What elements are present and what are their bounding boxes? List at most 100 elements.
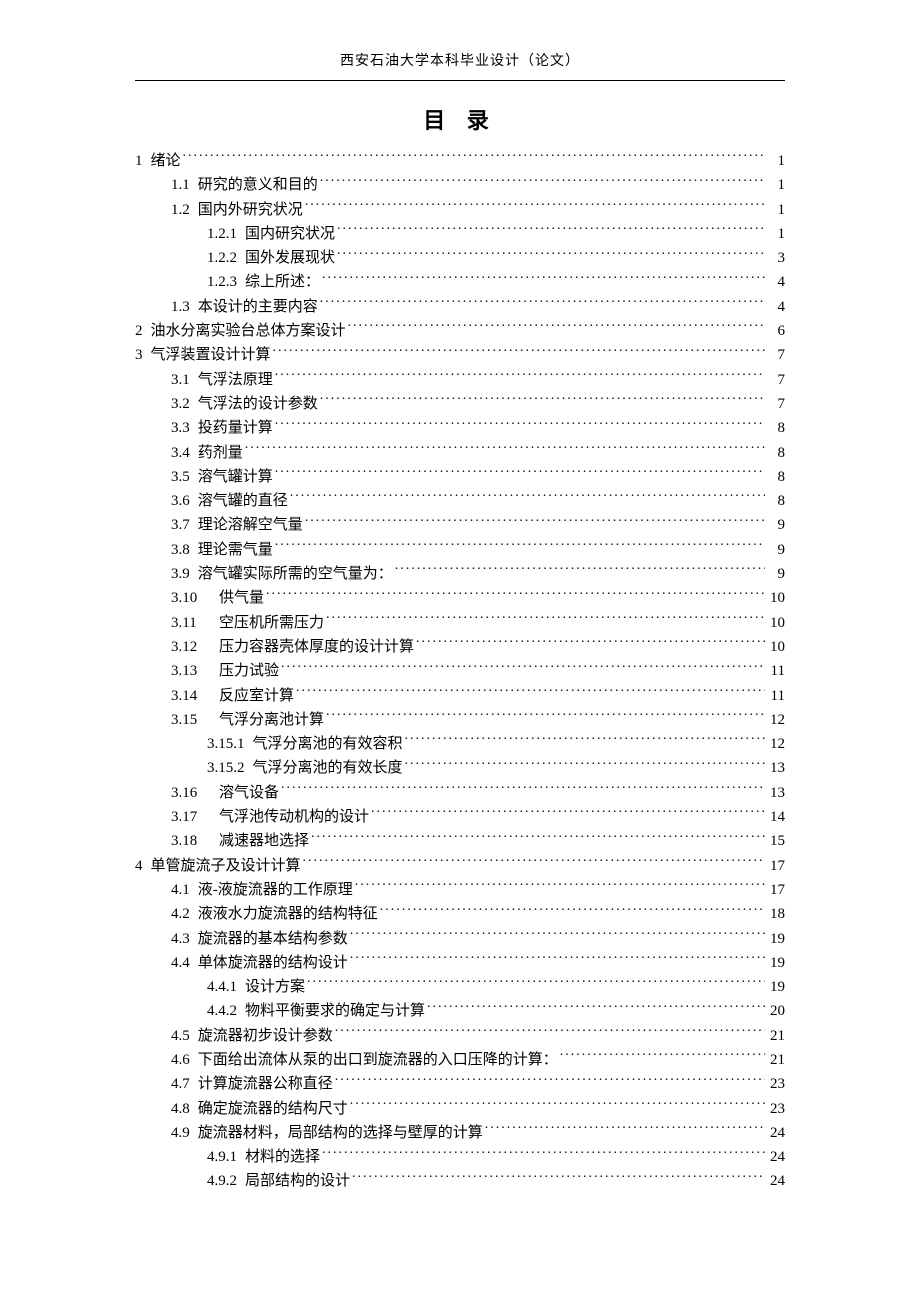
- toc-entry-number: 3.3: [171, 416, 198, 440]
- toc-entry-label: 液液水力旋流器的结构特征: [198, 902, 378, 926]
- toc-leader-dots: [320, 296, 765, 311]
- toc-entry-page: 21: [767, 1024, 785, 1048]
- toc-entry-page: 9: [767, 562, 785, 586]
- toc-leader-dots: [320, 393, 765, 408]
- toc-entry-number: 2: [135, 319, 151, 343]
- toc-entry-label: 气浮法原理: [198, 368, 273, 392]
- toc-entry: 4.4单体旋流器的结构设计19: [135, 951, 785, 975]
- toc-entry-page: 13: [767, 781, 785, 805]
- toc-entry-page: 20: [767, 999, 785, 1023]
- toc-leader-dots: [275, 417, 765, 432]
- toc-leader-dots: [275, 539, 765, 554]
- toc-entry: 3.9溶气罐实际所需的空气量为：9: [135, 562, 785, 586]
- toc-leader-dots: [183, 150, 765, 165]
- toc-entry-label: 旋流器的基本结构参数: [198, 927, 348, 951]
- toc-entry-number: 4.9: [171, 1121, 198, 1145]
- toc-entry-label: 气浮池传动机构的设计: [219, 805, 369, 829]
- toc-entry-page: 1: [767, 173, 785, 197]
- toc-entry: 4.6下面给出流体从泵的出口到旋流器的入口压降的计算：21: [135, 1048, 785, 1072]
- toc-leader-dots: [273, 344, 765, 359]
- toc-entry-number: 4.8: [171, 1097, 198, 1121]
- toc-entry-number: 4.9.2: [207, 1169, 245, 1193]
- toc-entry-page: 4: [767, 270, 785, 294]
- toc-entry: 3.12压力容器壳体厚度的设计计算10: [135, 635, 785, 659]
- toc-entry: 4.4.1设计方案19: [135, 975, 785, 999]
- toc-entry-number: 3.15: [171, 708, 219, 732]
- toc-entry-number: 4.9.1: [207, 1145, 245, 1169]
- toc-entry-number: 3.9: [171, 562, 198, 586]
- toc-entry: 1.2.1国内研究状况1: [135, 222, 785, 246]
- toc-entry: 1.2国内外研究状况1: [135, 198, 785, 222]
- toc-entry-number: 3.11: [171, 611, 219, 635]
- toc-entry-label: 局部结构的设计: [245, 1169, 350, 1193]
- toc-entry-label: 旋流器材料，局部结构的选择与壁厚的计算: [198, 1121, 483, 1145]
- toc-entry-number: 4.2: [171, 902, 198, 926]
- toc-entry: 1.3本设计的主要内容4: [135, 295, 785, 319]
- toc-entry: 3.2气浮法的设计参数7: [135, 392, 785, 416]
- toc-entry-label: 油水分离实验台总体方案设计: [151, 319, 346, 343]
- toc-entry: 1.2.2国外发展现状3: [135, 246, 785, 270]
- toc-entry: 3.8理论需气量9: [135, 538, 785, 562]
- toc-entry-number: 1.1: [171, 173, 198, 197]
- toc-entry-number: 3.4: [171, 441, 198, 465]
- toc-entry-label: 确定旋流器的结构尺寸: [198, 1097, 348, 1121]
- toc-entry-page: 19: [767, 927, 785, 951]
- toc-entry: 4.9.1材料的选择24: [135, 1145, 785, 1169]
- toc-entry: 3.5溶气罐计算8: [135, 465, 785, 489]
- toc-entry-number: 3.7: [171, 513, 198, 537]
- toc-entry-page: 19: [767, 951, 785, 975]
- toc-leader-dots: [350, 1098, 765, 1113]
- toc-entry-number: 1.3: [171, 295, 198, 319]
- toc-entry-number: 3.16: [171, 781, 219, 805]
- toc-entry-label: 溶气罐计算: [198, 465, 273, 489]
- toc-leader-dots: [305, 199, 765, 214]
- toc-entry: 3.1气浮法原理7: [135, 368, 785, 392]
- toc-entry-page: 7: [767, 343, 785, 367]
- toc-entry: 4.3旋流器的基本结构参数19: [135, 927, 785, 951]
- toc-entry: 3.15气浮分离池计算12: [135, 708, 785, 732]
- running-header: 西安石油大学本科毕业设计（论文）: [135, 50, 785, 76]
- toc-entry-label: 液-液旋流器的工作原理: [198, 878, 353, 902]
- toc-entry-page: 17: [767, 854, 785, 878]
- toc-leader-dots: [405, 757, 765, 772]
- toc-entry: 2油水分离实验台总体方案设计 6: [135, 319, 785, 343]
- toc-entry-label: 本设计的主要内容: [198, 295, 318, 319]
- toc-entry: 1.1研究的意义和目的1: [135, 173, 785, 197]
- toc-entry-number: 4.6: [171, 1048, 198, 1072]
- toc-entry: 4.5旋流器初步设计参数21: [135, 1024, 785, 1048]
- toc-leader-dots: [296, 685, 765, 700]
- toc-entry-label: 气浮装置设计计算: [151, 343, 271, 367]
- toc-entry-page: 13: [767, 756, 785, 780]
- toc-entry: 4.9.2局部结构的设计24: [135, 1169, 785, 1193]
- toc-entry: 3.15.1气浮分离池的有效容积12: [135, 732, 785, 756]
- toc-entry-page: 9: [767, 538, 785, 562]
- toc-entry-label: 空压机所需压力: [219, 611, 324, 635]
- toc-entry-number: 3.17: [171, 805, 219, 829]
- toc-entry: 3.17气浮池传动机构的设计 14: [135, 805, 785, 829]
- toc-entry-page: 15: [767, 829, 785, 853]
- toc-entry-label: 溶气设备: [219, 781, 279, 805]
- toc-entry: 3.10供气量10: [135, 586, 785, 610]
- toc-entry-number: 1.2: [171, 198, 198, 222]
- toc-entry-page: 6: [767, 319, 785, 343]
- toc-entry-page: 21: [767, 1048, 785, 1072]
- toc-entry-number: 4: [135, 854, 151, 878]
- toc-leader-dots: [322, 1146, 765, 1161]
- toc-entry: 4.9旋流器材料，局部结构的选择与壁厚的计算24: [135, 1121, 785, 1145]
- toc-entry-number: 4.4.1: [207, 975, 245, 999]
- toc-entry-page: 24: [767, 1145, 785, 1169]
- toc-entry-number: 1: [135, 149, 151, 173]
- toc-entry-label: 气浮分离池计算: [219, 708, 324, 732]
- toc-entry-label: 气浮分离池的有效容积: [253, 732, 403, 756]
- toc-leader-dots: [326, 709, 765, 724]
- toc-leader-dots: [290, 490, 765, 505]
- toc-leader-dots: [395, 563, 765, 578]
- toc-entry-label: 绪论: [151, 149, 181, 173]
- toc-entry-label: 压力容器壳体厚度的设计计算: [219, 635, 414, 659]
- page-container: 西安石油大学本科毕业设计（论文） 目 录 1绪论11.1研究的意义和目的11.2…: [0, 0, 920, 1254]
- toc-entry-page: 14: [767, 805, 785, 829]
- toc-leader-dots: [335, 1025, 765, 1040]
- toc-title: 目 录: [135, 103, 785, 135]
- toc-entry: 3.16溶气设备 13: [135, 781, 785, 805]
- toc-entry-page: 1: [767, 149, 785, 173]
